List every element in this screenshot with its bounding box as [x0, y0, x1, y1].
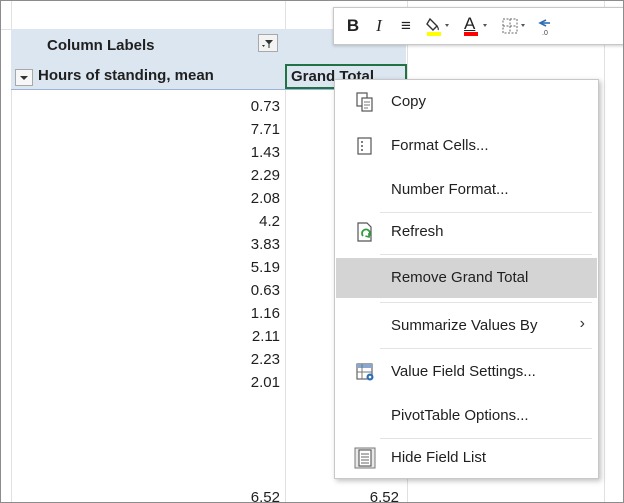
menu-item-label: Copy [391, 93, 427, 110]
pivot-value-cell[interactable]: 2.23 [220, 351, 280, 368]
borders-icon [502, 18, 525, 34]
menu-item-value-field-settings[interactable]: Value Field Settings... [336, 354, 597, 390]
column-labels-filter-button[interactable] [258, 34, 278, 52]
context-menu: Copy Format Cells... Number Format... Re… [334, 79, 599, 479]
copy-icon [356, 92, 373, 112]
refresh-icon [357, 222, 372, 242]
menu-separator [380, 348, 592, 349]
pivot-value-cell[interactable]: 4.2 [220, 213, 280, 230]
menu-item-label: Refresh [391, 223, 444, 240]
column-labels-header[interactable]: Column Labels [47, 37, 155, 54]
fill-color-button[interactable] [424, 15, 454, 37]
pivot-value-cell[interactable]: 5.19 [220, 259, 280, 276]
menu-item-label: Summarize Values By [391, 317, 538, 334]
filter-icon [262, 40, 273, 48]
font-color-button[interactable]: A [462, 14, 492, 37]
menu-item-summarize-values-by[interactable]: Summarize Values By › [336, 308, 597, 344]
grand-total-value-cell[interactable]: 6.52 [339, 489, 399, 502]
row-labels-dropdown-button[interactable] [15, 69, 33, 86]
fill-bucket-icon [426, 17, 449, 36]
format-cells-icon [357, 137, 372, 155]
menu-item-label: PivotTable Options... [391, 407, 529, 424]
menu-item-hide-field-list[interactable]: Hide Field List [336, 440, 597, 476]
column-divider [604, 1, 605, 502]
pivot-value-cell[interactable]: 0.73 [220, 98, 280, 115]
menu-item-label: Number Format... [391, 181, 509, 198]
value-field-settings-icon [356, 363, 374, 381]
menu-item-label: Hide Field List [391, 449, 487, 466]
pivot-value-cell[interactable]: 7.71 [220, 121, 280, 138]
menu-separator [380, 302, 592, 303]
bold-button[interactable]: B [346, 15, 360, 37]
menu-item-copy[interactable]: Copy [336, 84, 597, 120]
mini-formatting-toolbar: B I ≡ A .0 [333, 7, 623, 45]
menu-separator [380, 438, 592, 439]
menu-item-refresh[interactable]: Refresh [336, 214, 597, 250]
menu-item-label: Format Cells... [391, 137, 489, 154]
row-field-header[interactable]: Hours of standing, mean [38, 67, 214, 84]
svg-text:.0: .0 [542, 30, 548, 37]
menu-separator [380, 212, 592, 213]
menu-item-remove-grand-total[interactable]: Remove Grand Total [336, 258, 597, 298]
menu-item-label: Value Field Settings... [391, 363, 536, 380]
menu-item-format-cells[interactable]: Format Cells... [336, 128, 597, 164]
italic-button[interactable]: I [372, 15, 386, 37]
align-center-button[interactable]: ≡ [396, 15, 416, 37]
menu-item-number-format[interactable]: Number Format... [336, 172, 597, 208]
borders-button[interactable] [500, 15, 530, 37]
field-list-icon [354, 447, 376, 469]
pivot-value-cell[interactable]: 0.63 [220, 282, 280, 299]
pivot-value-cell[interactable]: 6.52 [220, 489, 280, 502]
chevron-down-icon [20, 76, 28, 80]
pivot-value-cell[interactable]: 1.16 [220, 305, 280, 322]
submenu-arrow-icon: › [579, 315, 585, 332]
menu-item-pivottable-options[interactable]: PivotTable Options... [336, 398, 597, 434]
menu-item-label: Remove Grand Total [391, 269, 529, 286]
pivot-value-cell[interactable]: 2.29 [220, 167, 280, 184]
decimal-arrow-icon: .0 [538, 19, 550, 37]
font-color-swatch-icon [464, 24, 487, 36]
pivot-value-cell[interactable]: 2.08 [220, 190, 280, 207]
pivot-value-cell[interactable]: 2.01 [220, 374, 280, 391]
pivot-value-cell[interactable]: 3.83 [220, 236, 280, 253]
pivot-value-cell[interactable]: 2.11 [220, 328, 280, 345]
decrease-decimal-button[interactable]: .0 [534, 15, 554, 37]
pivot-value-cell[interactable]: 1.43 [220, 144, 280, 161]
spreadsheet-frame: Column Labels Hours of standing, mean Gr… [0, 0, 624, 503]
menu-separator [380, 254, 592, 255]
